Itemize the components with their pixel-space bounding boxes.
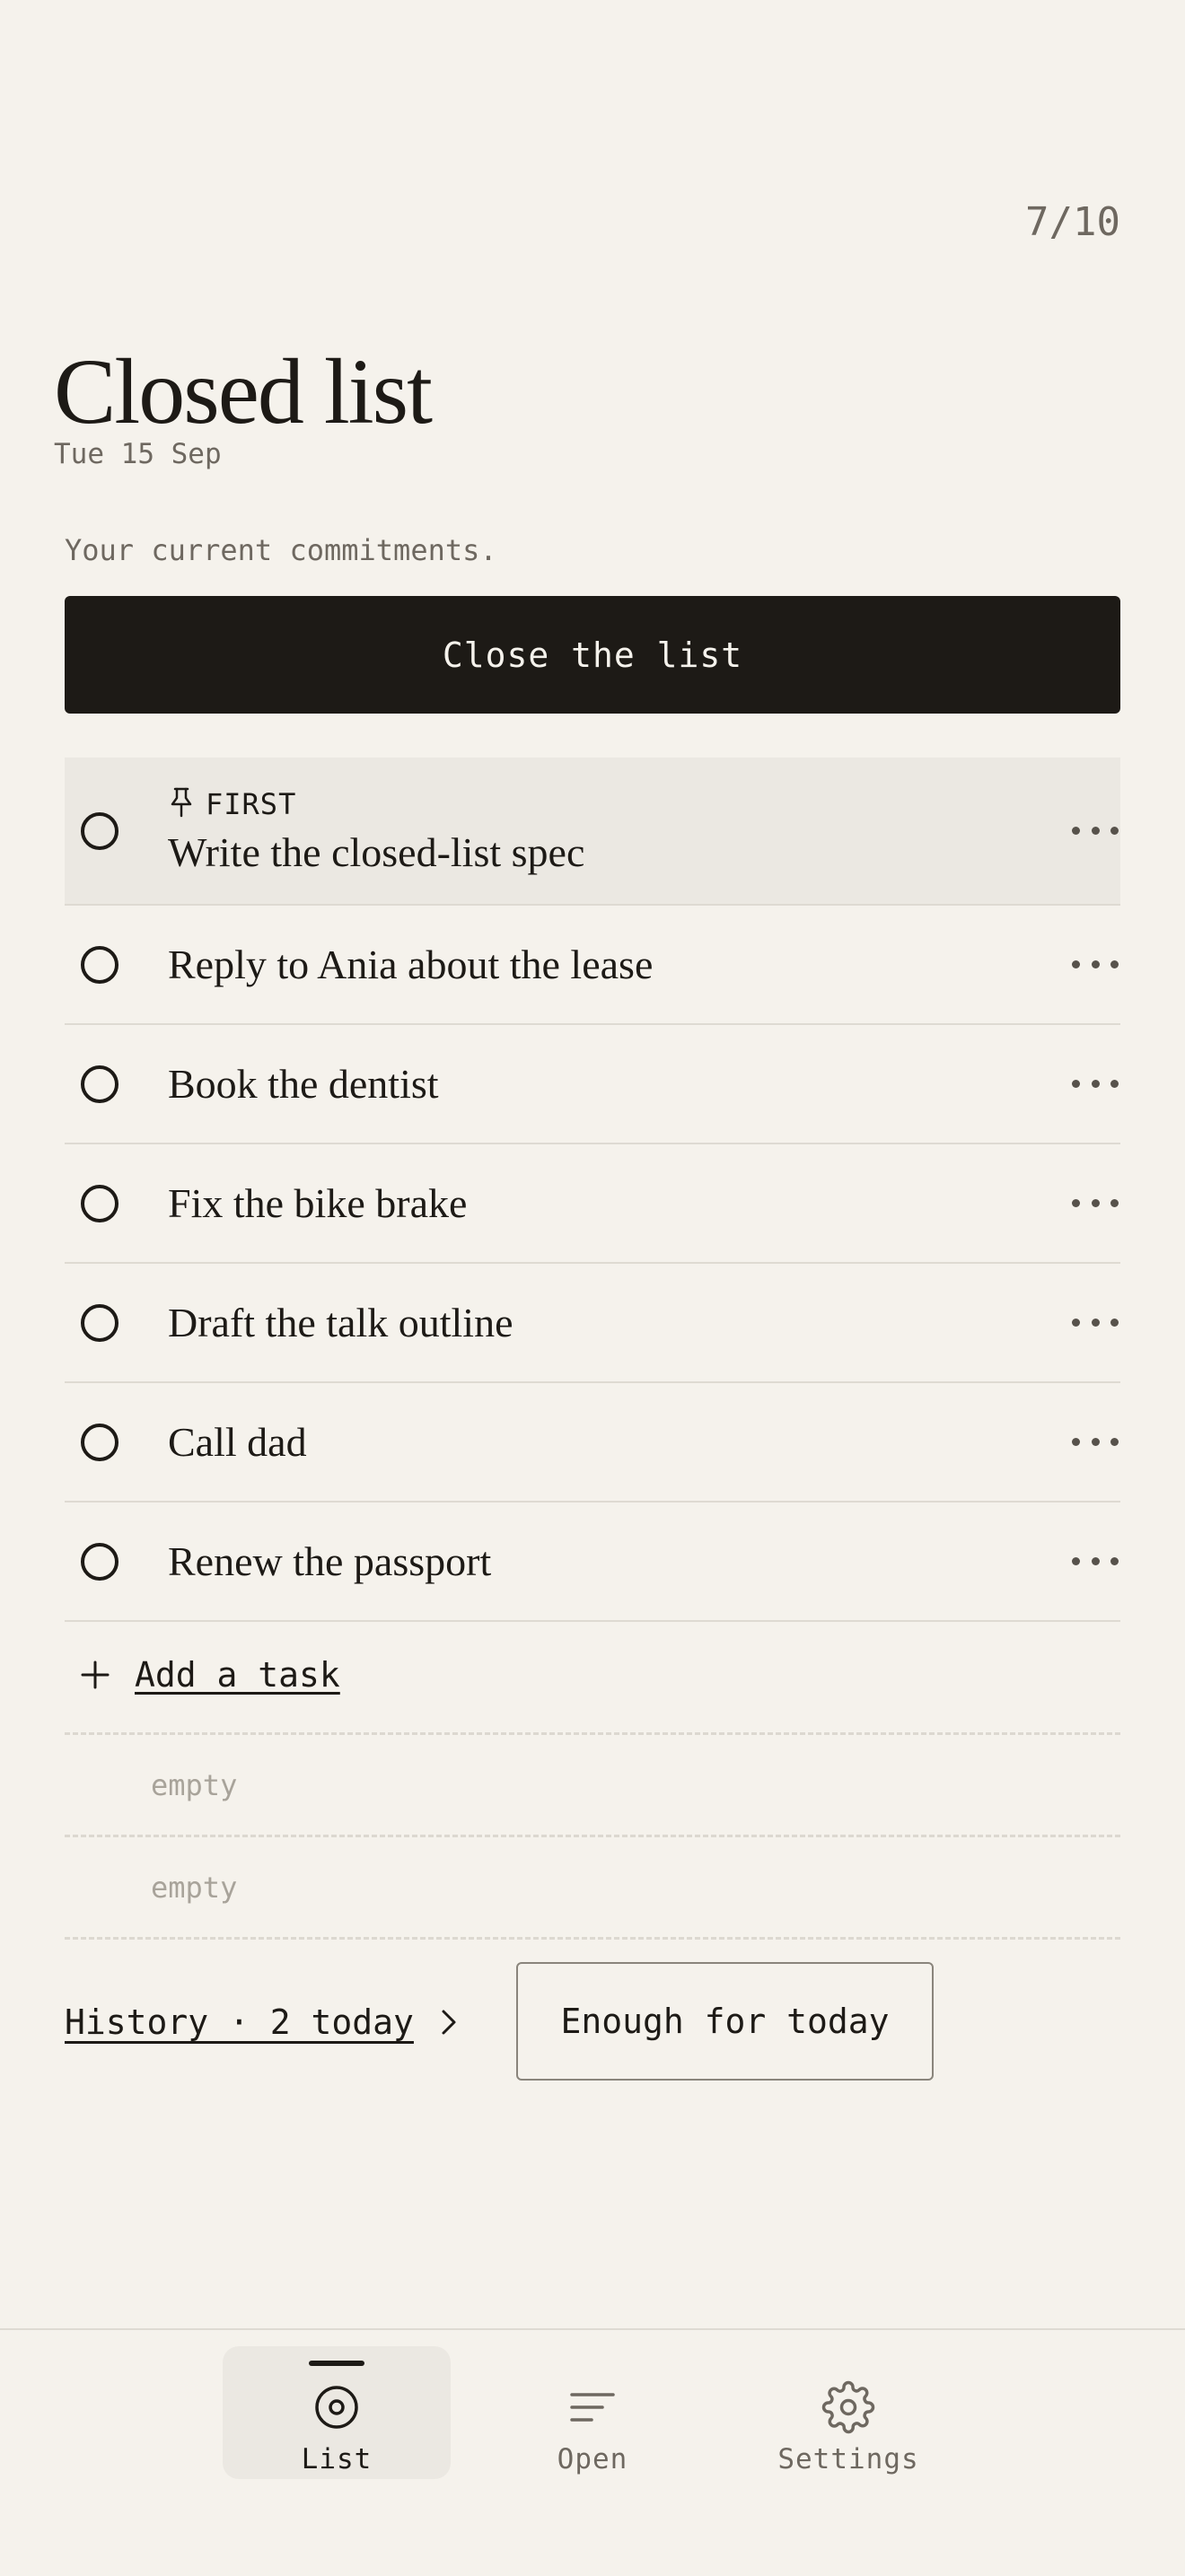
task-item[interactable]: Call dad [65, 1383, 1120, 1503]
task-text: Call dad [168, 1419, 307, 1465]
task-text: Write the closed-list spec [168, 828, 585, 875]
history-label: History · 2 today [65, 2002, 414, 2042]
empty-slot-label: empty [151, 1871, 238, 1905]
task-checkbox[interactable] [81, 1303, 118, 1342]
more-options-icon[interactable] [1072, 813, 1119, 849]
tab-label: Settings [777, 2443, 919, 2475]
tab-label: Open [557, 2443, 628, 2475]
close-list-button[interactable]: Close the list [65, 596, 1120, 714]
history-link[interactable]: History · 2 today [65, 1993, 459, 2052]
task-item[interactable]: Book the dentist [65, 1025, 1120, 1144]
task-checkbox[interactable] [81, 1065, 118, 1103]
task-item[interactable]: Renew the passport [65, 1503, 1120, 1622]
tab-label: List [301, 2443, 373, 2475]
target-icon [313, 2379, 360, 2436]
more-options-icon[interactable] [1072, 1544, 1119, 1580]
more-options-icon[interactable] [1072, 1424, 1119, 1460]
task-checkbox[interactable] [81, 1542, 118, 1581]
pin-label: FIRST [206, 787, 297, 821]
task-item[interactable]: Reply to Ania about the lease [65, 906, 1120, 1025]
task-body: FIRST Write the closed-list spec [168, 786, 584, 876]
list-caption: Your current commitments. [65, 533, 497, 567]
tab-settings[interactable]: Settings [734, 2346, 962, 2479]
enough-for-today-button[interactable]: Enough for today [516, 1962, 934, 2081]
more-options-icon[interactable] [1072, 947, 1119, 983]
bottom-tab-bar: List Open Settings [0, 2328, 1185, 2576]
task-text: Renew the passport [168, 1538, 492, 1584]
empty-slot: empty [65, 1732, 1120, 1836]
task-list: FIRST Write the closed-list spec Reply t… [65, 758, 1120, 1622]
task-item[interactable]: Draft the talk outline [65, 1264, 1120, 1383]
chevron-right-icon [439, 2008, 459, 2037]
empty-slot: empty [65, 1835, 1120, 1938]
add-task-button[interactable]: Add a task [65, 1616, 1120, 1734]
task-checkbox[interactable] [81, 1423, 118, 1461]
active-tab-indicator [309, 2361, 364, 2366]
slot-divider [65, 1937, 1120, 1940]
task-item[interactable]: Fix the bike brake [65, 1144, 1120, 1264]
pin-row: FIRST [168, 786, 584, 823]
task-checkbox[interactable] [81, 811, 118, 850]
plus-icon [68, 1648, 122, 1702]
lines-icon [569, 2379, 616, 2436]
gear-icon [821, 2379, 875, 2436]
page-title: Closed list [54, 340, 433, 443]
task-text: Fix the bike brake [168, 1180, 468, 1226]
empty-slot-label: empty [151, 1768, 238, 1802]
task-item-pinned[interactable]: FIRST Write the closed-list spec [65, 758, 1120, 906]
more-options-icon[interactable] [1072, 1305, 1119, 1341]
task-checkbox[interactable] [81, 945, 118, 984]
task-text: Draft the talk outline [168, 1300, 514, 1345]
more-options-icon[interactable] [1072, 1066, 1119, 1102]
pin-icon [168, 786, 195, 823]
tab-list[interactable]: List [223, 2346, 451, 2479]
task-text: Reply to Ania about the lease [168, 942, 654, 987]
tab-open[interactable]: Open [478, 2346, 707, 2479]
add-task-label: Add a task [135, 1655, 340, 1695]
commitment-count: 7/10 [1025, 199, 1120, 245]
task-text: Book the dentist [168, 1061, 439, 1107]
task-checkbox[interactable] [81, 1184, 118, 1222]
more-options-icon[interactable] [1072, 1186, 1119, 1222]
date-label: Tue 15 Sep [54, 438, 222, 470]
